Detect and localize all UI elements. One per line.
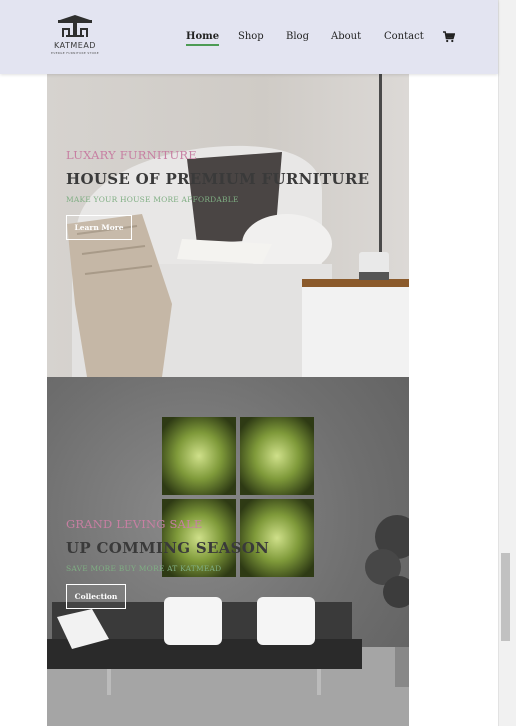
- logo-furniture-icon: [58, 15, 92, 37]
- hero-slide-luxury: LUXARY FURNITURE HOUSE OF PREMIUM FURNIT…: [47, 74, 409, 377]
- hero1-eyebrow: LUXARY FURNITURE: [66, 148, 197, 162]
- hero2-headline: UP COMMING SEASON: [66, 539, 270, 557]
- collection-button[interactable]: Collection: [66, 584, 126, 609]
- hero1-subline: MAKE YOUR HOUSE MORE AFFORDABLE: [66, 195, 239, 204]
- hero1-headline: HOUSE OF PREMIUM FURNITURE: [66, 170, 370, 188]
- brand-tagline: EVERGE FURNITURE STORE: [51, 51, 99, 55]
- nav-contact[interactable]: Contact: [384, 31, 424, 42]
- brand-name: KATMEAD: [54, 41, 96, 50]
- hero2-eyebrow: GRAND LEVING SALE: [66, 517, 203, 531]
- nav-shop[interactable]: Shop: [238, 31, 264, 42]
- cart-icon[interactable]: [443, 31, 455, 43]
- learn-more-button[interactable]: Learn More: [66, 215, 132, 240]
- site-logo[interactable]: KATMEAD EVERGE FURNITURE STORE: [40, 14, 110, 60]
- nav-blog[interactable]: Blog: [286, 31, 309, 42]
- site-header: KATMEAD EVERGE FURNITURE STORE Home Shop…: [0, 0, 498, 74]
- nav-home[interactable]: Home: [186, 31, 220, 46]
- nav-about[interactable]: About: [331, 31, 361, 42]
- scrollbar-thumb[interactable]: [501, 553, 510, 641]
- hero2-subline: SAVE MORE BUY MORE AT KATMEAD: [66, 564, 222, 573]
- hero-slide-season: GRAND LEVING SALE UP COMMING SEASON SAVE…: [47, 377, 409, 726]
